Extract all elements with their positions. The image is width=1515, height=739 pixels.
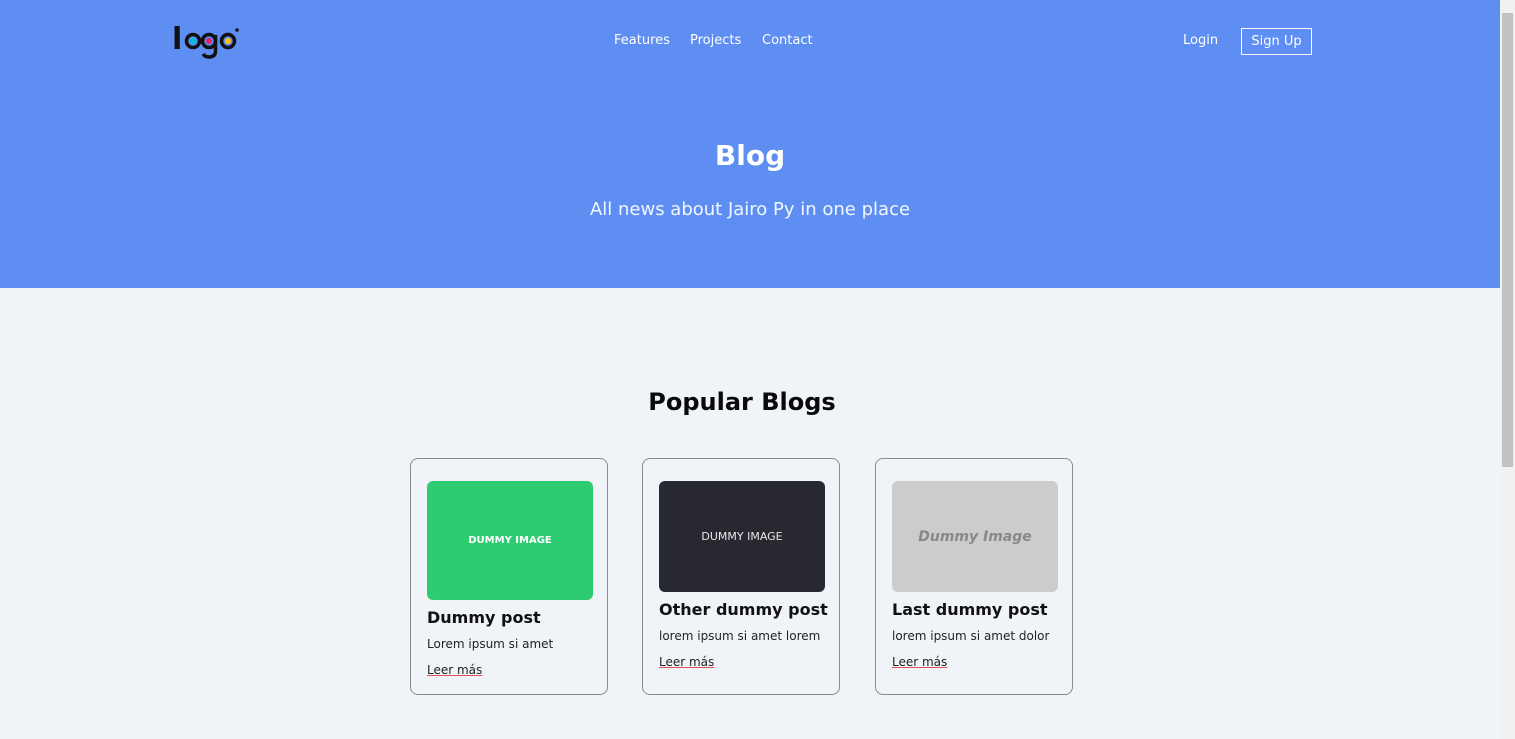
page-subtitle: All news about Jairo Py in one place [589,199,911,220]
read-more-link[interactable]: Leer más [427,663,482,677]
read-more-link[interactable]: Leer más [892,655,947,669]
blog-card: DUMMY IMAGE Dummy post Lorem ipsum si am… [410,458,608,695]
card-image: DUMMY IMAGE [659,481,825,592]
page-title: Blog [714,139,786,172]
card-title: Dummy post [427,608,541,627]
card-image: Dummy Image [892,481,1058,592]
read-more-link[interactable]: Leer más [659,655,714,669]
card-text: lorem ipsum si amet lorem [659,629,821,643]
scrollbar-thumb[interactable] [1502,13,1513,467]
blog-card: Dummy Image Last dummy post lorem ipsum … [875,458,1073,695]
login-link[interactable]: Login [1183,33,1218,48]
card-image-label: DUMMY IMAGE [701,530,783,543]
card-text: Lorem ipsum si amet [427,637,554,651]
card-image: DUMMY IMAGE [427,481,593,600]
nav-features[interactable]: Features [614,33,670,48]
logo[interactable]: l [172,23,242,59]
vertical-scrollbar[interactable] [1500,0,1515,739]
card-title: Last dummy post [892,600,1048,619]
section-title: Popular Blogs [648,388,836,416]
blog-card: DUMMY IMAGE Other dummy post lorem ipsum… [642,458,840,695]
card-image-label: DUMMY IMAGE [468,535,552,546]
card-image-label: Dummy Image [918,528,1032,545]
hero-header: l Features Projects Contact Login Sign U… [0,0,1500,288]
svg-text:l: l [172,23,182,57]
card-title: Other dummy post [659,600,828,619]
card-text: lorem ipsum si amet dolor [892,629,1050,643]
signup-button[interactable]: Sign Up [1241,28,1312,55]
nav-projects[interactable]: Projects [690,33,741,48]
nav-contact[interactable]: Contact [762,33,813,48]
